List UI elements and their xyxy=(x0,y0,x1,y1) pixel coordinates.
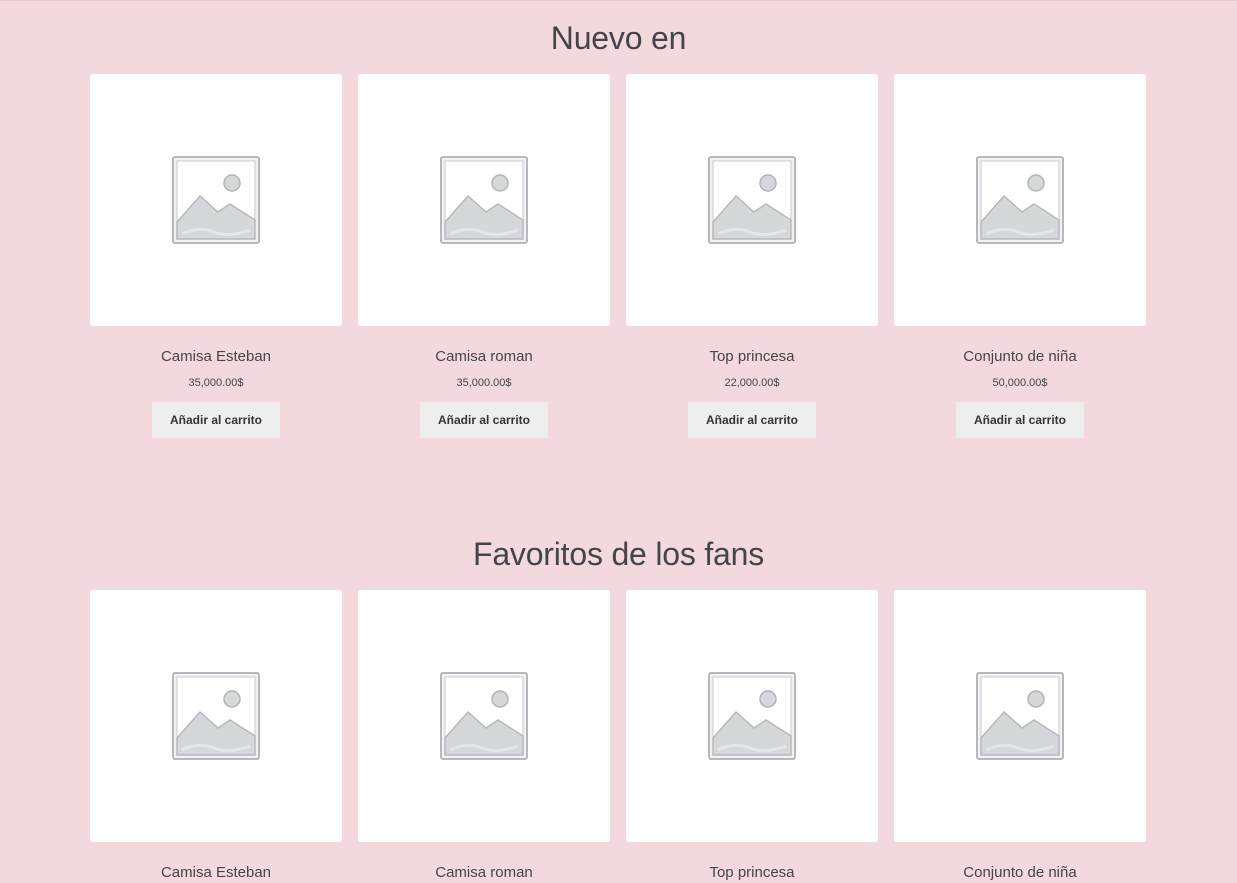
product-card: Top princesa 22,000.00$ Añadir al carrit… xyxy=(626,74,878,438)
product-image[interactable] xyxy=(626,590,878,842)
product-image[interactable] xyxy=(626,74,878,326)
placeholder-image-icon xyxy=(706,670,798,762)
product-name[interactable]: Camisa Esteban xyxy=(90,863,342,883)
product-card: Top princesa xyxy=(626,590,878,883)
product-price: 22,000.00$ xyxy=(724,377,780,389)
placeholder-image-icon xyxy=(438,670,530,762)
product-image[interactable] xyxy=(358,590,610,842)
add-to-cart-button[interactable]: Añadir al carrito xyxy=(687,402,817,438)
product-price: 35,000.00$ xyxy=(456,377,512,389)
product-card: Camisa roman 35,000.00$ Añadir al carrit… xyxy=(358,74,610,438)
product-image[interactable] xyxy=(90,590,342,842)
add-to-cart-button[interactable]: Añadir al carrito xyxy=(419,402,549,438)
product-image[interactable] xyxy=(90,74,342,326)
product-image[interactable] xyxy=(894,590,1146,842)
placeholder-image-icon xyxy=(170,154,262,246)
section-title: Favoritos de los fans xyxy=(472,536,765,572)
placeholder-image-icon xyxy=(974,670,1066,762)
product-name[interactable]: Top princesa xyxy=(626,863,878,883)
product-image[interactable] xyxy=(358,74,610,326)
placeholder-image-icon xyxy=(170,670,262,762)
top-divider xyxy=(0,0,1237,1)
product-card: Camisa Esteban 35,000.00$ Añadir al carr… xyxy=(90,74,342,438)
product-grid: Camisa Esteban Camisa roman Top princesa xyxy=(90,590,1146,883)
product-name[interactable]: Top princesa xyxy=(626,347,878,367)
product-card: Camisa Esteban xyxy=(90,590,342,883)
product-name[interactable]: Camisa roman xyxy=(358,863,610,883)
product-name[interactable]: Camisa roman xyxy=(358,347,610,367)
placeholder-image-icon xyxy=(438,154,530,246)
add-to-cart-button[interactable]: Añadir al carrito xyxy=(151,402,281,438)
product-card: Camisa roman xyxy=(358,590,610,883)
product-image[interactable] xyxy=(894,74,1146,326)
placeholder-image-icon xyxy=(974,154,1066,246)
product-name[interactable]: Conjunto de niña xyxy=(894,347,1146,367)
product-grid: Camisa Esteban 35,000.00$ Añadir al carr… xyxy=(90,74,1146,438)
product-name[interactable]: Conjunto de niña xyxy=(894,863,1146,883)
placeholder-image-icon xyxy=(706,154,798,246)
product-price: 50,000.00$ xyxy=(992,377,1048,389)
section-title: Nuevo en xyxy=(550,20,687,56)
product-price: 35,000.00$ xyxy=(188,377,244,389)
product-card: Conjunto de niña xyxy=(894,590,1146,883)
add-to-cart-button[interactable]: Añadir al carrito xyxy=(955,402,1085,438)
product-name[interactable]: Camisa Esteban xyxy=(90,347,342,367)
product-card: Conjunto de niña 50,000.00$ Añadir al ca… xyxy=(894,74,1146,438)
